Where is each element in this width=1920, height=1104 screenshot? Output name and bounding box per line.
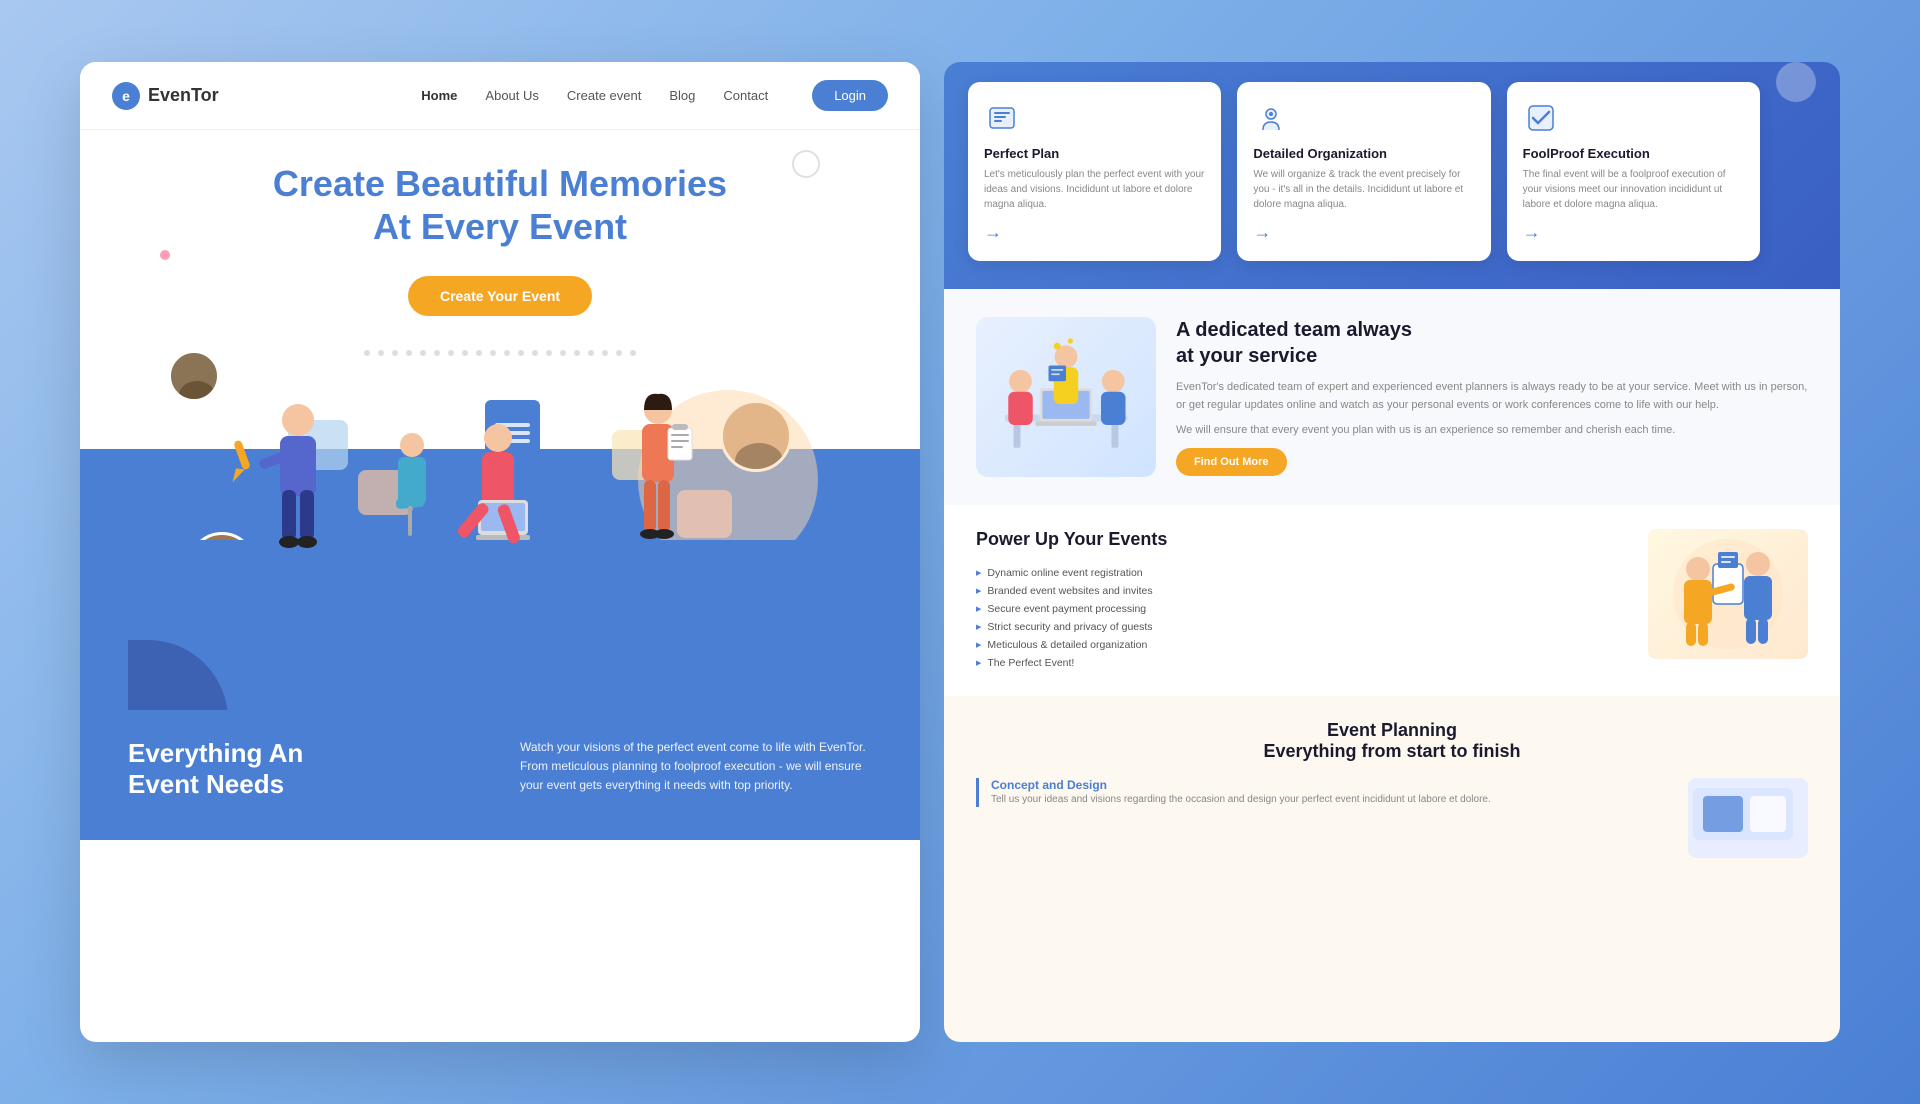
ep-bottom: Concept and Design Tell us your ideas an… (976, 778, 1808, 858)
nav-home[interactable]: Home (421, 88, 457, 103)
nav-about[interactable]: About Us (485, 88, 538, 103)
power-item-1: Dynamic online event registration (976, 564, 1628, 582)
team-desc-2: We will ensure that every event you plan… (1176, 422, 1808, 440)
card-title-2: Detailed Organization (1253, 146, 1474, 161)
power-section: Power Up Your Events Dynamic online even… (944, 505, 1840, 696)
nav-create[interactable]: Create event (567, 88, 641, 103)
card-icon-2 (1253, 100, 1289, 136)
bottom-left: Everything AnEvent Needs (128, 738, 480, 812)
power-item-2: Branded event websites and invites (976, 582, 1628, 600)
deco-blue-circle (1776, 62, 1816, 102)
card-arrow-3[interactable]: → (1523, 222, 1744, 243)
card-desc-3: The final event will be a foolproof exec… (1523, 167, 1744, 212)
power-item-6: The Perfect Event! (976, 654, 1628, 672)
power-item-5: Meticulous & detailed organization (976, 636, 1628, 654)
create-event-button[interactable]: Create Your Event (408, 276, 592, 316)
logo-text: EvenTor (148, 85, 219, 106)
logo[interactable]: e EvenTor (112, 82, 219, 110)
card-title-3: FoolProof Execution (1523, 146, 1744, 161)
deco-circle-1 (792, 150, 820, 178)
hero-title: Create Beautiful Memories At Every Event (128, 162, 872, 248)
power-content: Power Up Your Events Dynamic online even… (976, 529, 1628, 672)
power-list: Dynamic online event registration Brande… (976, 564, 1628, 672)
bottom-section: Everything AnEvent Needs Watch your visi… (80, 710, 920, 840)
event-planning-section: Event PlanningEverything from start to f… (944, 696, 1840, 1042)
team-title: A dedicated team alwaysat your service (1176, 317, 1808, 369)
card-desc-1: Let's meticulously plan the perfect even… (984, 167, 1205, 212)
card-arrow-1[interactable]: → (984, 222, 1205, 243)
power-item-3: Secure event payment processing (976, 600, 1628, 618)
power-item-4: Strict security and privacy of guests (976, 618, 1628, 636)
bottom-title: Everything AnEvent Needs (128, 738, 480, 800)
feature-card-1: Perfect Plan Let's meticulously plan the… (968, 82, 1221, 261)
hero-illustration (128, 340, 872, 710)
concept-card: Concept and Design Tell us your ideas an… (976, 778, 1672, 807)
card-title-1: Perfect Plan (984, 146, 1205, 161)
team-illustration (976, 317, 1156, 477)
card-icon-3 (1523, 100, 1559, 136)
event-planning-title: Event PlanningEverything from start to f… (976, 720, 1808, 762)
nav-links: Home About Us Create event Blog Contact … (421, 80, 888, 111)
ep-illustration (1688, 778, 1808, 858)
logo-icon: e (112, 82, 140, 110)
hero-section: ▶ Create Beautiful Memories At Every Eve… (80, 130, 920, 710)
navbar: e EvenTor Home About Us Create event Blo… (80, 62, 920, 130)
illustration-people (188, 360, 868, 640)
deco-blue-arc (128, 640, 228, 710)
team-section: A dedicated team alwaysat your service E… (944, 289, 1840, 505)
nav-blog[interactable]: Blog (669, 88, 695, 103)
deco-pink (160, 250, 170, 260)
team-desc-1: EvenTor's dedicated team of expert and e… (1176, 379, 1808, 414)
concept-title: Concept and Design (991, 778, 1672, 792)
feature-card-2: Detailed Organization We will organize &… (1237, 82, 1490, 261)
calendar-dots (360, 350, 640, 356)
feature-card-3: FoolProof Execution The final event will… (1507, 82, 1760, 261)
team-content: A dedicated team alwaysat your service E… (1176, 317, 1808, 476)
power-illustration (1648, 529, 1808, 659)
card-icon-1 (984, 100, 1020, 136)
right-panel: Perfect Plan Let's meticulously plan the… (944, 62, 1840, 1042)
feature-cards-section: Perfect Plan Let's meticulously plan the… (944, 62, 1840, 289)
power-title: Power Up Your Events (976, 529, 1628, 550)
bottom-desc: Watch your visions of the perfect event … (520, 738, 872, 796)
login-button[interactable]: Login (812, 80, 888, 111)
card-arrow-2[interactable]: → (1253, 222, 1474, 243)
find-out-button[interactable]: Find Out More (1176, 448, 1287, 476)
bottom-right: Watch your visions of the perfect event … (520, 738, 872, 796)
concept-desc: Tell us your ideas and visions regarding… (991, 792, 1672, 807)
card-desc-2: We will organize & track the event preci… (1253, 167, 1474, 212)
nav-contact[interactable]: Contact (723, 88, 768, 103)
website-mockup: e EvenTor Home About Us Create event Blo… (80, 62, 920, 1042)
ep-text: Concept and Design Tell us your ideas an… (976, 778, 1672, 813)
